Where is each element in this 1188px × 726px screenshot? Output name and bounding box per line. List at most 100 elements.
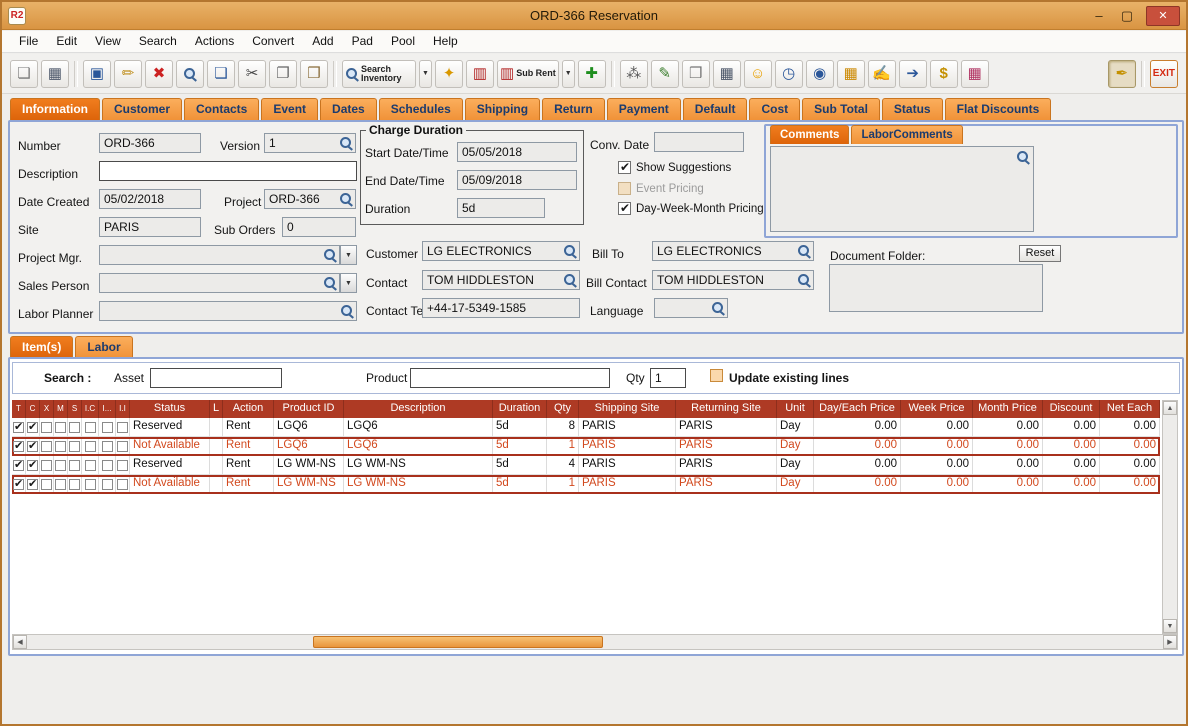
col-header-month-price[interactable]: Month Price xyxy=(973,400,1043,418)
conv-date-field[interactable] xyxy=(654,132,744,152)
print-icon[interactable]: ▦ xyxy=(41,60,69,88)
row-checkbox-i-c[interactable] xyxy=(85,422,96,433)
sales-person-lookup-icon[interactable] xyxy=(323,276,337,290)
comments-tab-laborcomments[interactable]: LaborComments xyxy=(851,125,962,144)
row-checkbox-i-[interactable] xyxy=(102,460,113,471)
bill-to-field[interactable]: LG ELECTRONICS xyxy=(652,241,814,261)
cube-icon[interactable]: ▦ xyxy=(837,60,865,88)
row-checkbox-i-i[interactable] xyxy=(117,460,128,471)
duration-field[interactable]: 5d xyxy=(457,198,545,218)
col-header-t[interactable]: T xyxy=(12,400,26,418)
search-inventory-button-dropdown[interactable]: ▼ xyxy=(419,60,432,88)
tab-payment[interactable]: Payment xyxy=(607,98,681,120)
row-checkbox-i-[interactable] xyxy=(102,422,113,433)
clock-icon[interactable]: ◷ xyxy=(775,60,803,88)
asset-input[interactable] xyxy=(150,368,282,388)
row-checkbox-c[interactable] xyxy=(27,422,38,433)
money-icon[interactable]: $ xyxy=(930,60,958,88)
col-header-returning-site[interactable]: Returning Site xyxy=(676,400,777,418)
col-header-product-id[interactable]: Product ID xyxy=(274,400,344,418)
row-checkbox-i-i[interactable] xyxy=(117,479,128,490)
menu-edit[interactable]: Edit xyxy=(47,31,86,52)
tab-shipping[interactable]: Shipping xyxy=(465,98,540,120)
edit-icon[interactable]: ✏ xyxy=(114,60,142,88)
cut-icon[interactable]: ✂ xyxy=(238,60,266,88)
reset-button[interactable]: Reset xyxy=(1019,245,1061,262)
pool-icon[interactable]: ⁂ xyxy=(620,60,648,88)
product-input[interactable] xyxy=(410,368,610,388)
row-checkbox-m[interactable] xyxy=(55,479,66,490)
row-checkbox-i-[interactable] xyxy=(102,441,113,452)
row-checkbox-c[interactable] xyxy=(27,479,38,490)
row-checkbox-x[interactable] xyxy=(41,441,52,452)
pages-icon[interactable]: ❒ xyxy=(682,60,710,88)
items-tab-item-s[interactable]: Item(s) xyxy=(10,336,73,358)
bill-contact-lookup-icon[interactable] xyxy=(797,273,811,287)
grid-vertical-scrollbar[interactable]: ▲ ▼ xyxy=(1162,400,1178,634)
scroll-left-button[interactable]: ◀ xyxy=(13,635,27,649)
add-icon[interactable]: ✚ xyxy=(578,60,606,88)
row-checkbox-t[interactable] xyxy=(13,422,24,433)
search-inventory-button[interactable]: Search Inventory xyxy=(342,60,416,88)
row-checkbox-s[interactable] xyxy=(69,479,80,490)
row-checkbox-m[interactable] xyxy=(55,441,66,452)
show-suggestions-checkbox[interactable] xyxy=(618,161,631,174)
price-icon[interactable]: ✦ xyxy=(435,60,463,88)
sub-rent-button-dropdown[interactable]: ▼ xyxy=(562,60,575,88)
bill-to-lookup-icon[interactable] xyxy=(797,244,811,258)
smiley-icon[interactable]: ☺ xyxy=(744,60,772,88)
site-field[interactable]: PARIS xyxy=(99,217,201,237)
row-checkbox-t[interactable] xyxy=(13,479,24,490)
copy-icon[interactable]: ❐ xyxy=(269,60,297,88)
day-week-month-pricing-checkbox[interactable] xyxy=(618,202,631,215)
col-header-description[interactable]: Description xyxy=(344,400,493,418)
menu-file[interactable]: File xyxy=(10,31,47,52)
col-header-day-each-price[interactable]: Day/Each Price xyxy=(814,400,901,418)
blocks-icon[interactable]: ▦ xyxy=(961,60,989,88)
bill-contact-field[interactable]: TOM HIDDLESTON xyxy=(652,270,814,290)
language-lookup-icon[interactable] xyxy=(711,301,725,315)
tab-dates[interactable]: Dates xyxy=(320,98,377,120)
update-existing-lines-checkbox[interactable] xyxy=(710,369,723,382)
col-header-week-price[interactable]: Week Price xyxy=(901,400,973,418)
col-header-duration[interactable]: Duration xyxy=(493,400,547,418)
write-icon[interactable]: ✍ xyxy=(868,60,896,88)
row-checkbox-i-c[interactable] xyxy=(85,441,96,452)
menu-convert[interactable]: Convert xyxy=(243,31,303,52)
col-header-l[interactable]: L xyxy=(210,400,223,418)
qty-input[interactable]: 1 xyxy=(650,368,686,388)
paste-icon[interactable]: ❒ xyxy=(300,60,328,88)
version-lookup-icon[interactable] xyxy=(339,136,353,150)
new-document-icon[interactable]: ❏ xyxy=(10,60,38,88)
tab-return[interactable]: Return xyxy=(542,98,605,120)
exit-button[interactable]: EXIT xyxy=(1150,60,1178,88)
scroll-up-button[interactable]: ▲ xyxy=(1163,401,1177,415)
tab-schedules[interactable]: Schedules xyxy=(379,98,463,120)
col-header-s[interactable]: S xyxy=(68,400,82,418)
menu-view[interactable]: View xyxy=(86,31,130,52)
menu-pool[interactable]: Pool xyxy=(382,31,424,52)
horizontal-scroll-thumb[interactable] xyxy=(313,636,603,648)
row-checkbox-x[interactable] xyxy=(41,422,52,433)
project-field[interactable]: ORD-366 xyxy=(264,189,356,209)
project-lookup-icon[interactable] xyxy=(339,192,353,206)
col-header-action[interactable]: Action xyxy=(223,400,274,418)
language-field[interactable] xyxy=(654,298,728,318)
contact-field[interactable]: TOM HIDDLESTON xyxy=(422,270,580,290)
row-checkbox-i-i[interactable] xyxy=(117,422,128,433)
row-checkbox-s[interactable] xyxy=(69,422,80,433)
document-convert-icon[interactable]: ❏ xyxy=(207,60,235,88)
scroll-down-button[interactable]: ▼ xyxy=(1163,619,1177,633)
grid-horizontal-scrollbar[interactable]: ◀ ▶ xyxy=(12,634,1178,650)
row-checkbox-x[interactable] xyxy=(41,460,52,471)
row-checkbox-c[interactable] xyxy=(27,460,38,471)
comments-box[interactable] xyxy=(770,146,1034,232)
disc-icon[interactable]: ◉ xyxy=(806,60,834,88)
grid-row-2[interactable]: Not AvailableRentLGQ6LGQ65d1PARISPARISDa… xyxy=(12,437,1160,456)
col-header-qty[interactable]: Qty xyxy=(547,400,579,418)
col-header-x[interactable]: X xyxy=(40,400,54,418)
contact-tel-field[interactable]: +44-17-5349-1585 xyxy=(422,298,580,318)
row-checkbox-i-i[interactable] xyxy=(117,441,128,452)
delete-icon[interactable]: ✖ xyxy=(145,60,173,88)
tab-flat-discounts[interactable]: Flat Discounts xyxy=(945,98,1052,120)
